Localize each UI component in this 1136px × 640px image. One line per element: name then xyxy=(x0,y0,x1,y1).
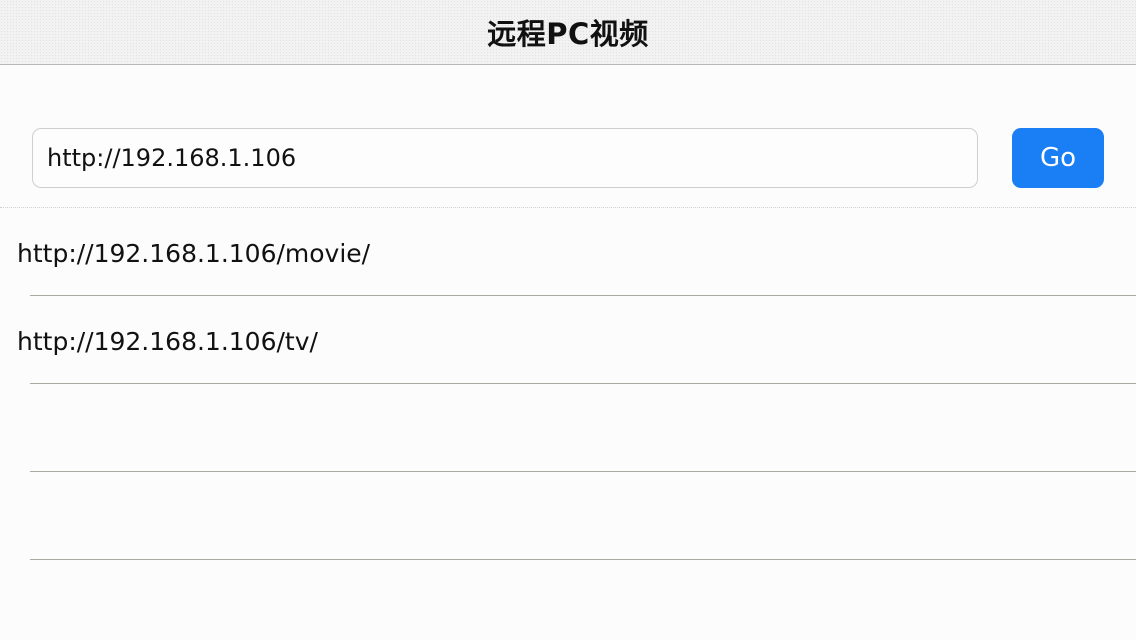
list-item[interactable]: http://192.168.1.106/tv/ xyxy=(0,296,1136,384)
app-window: 远程PC视频 Go http://192.168.1.106/movie/ ht… xyxy=(0,0,1136,640)
list-item[interactable] xyxy=(0,472,1136,560)
go-button[interactable]: Go xyxy=(1012,128,1104,188)
list-item-label: http://192.168.1.106/movie/ xyxy=(17,239,371,268)
list-item[interactable]: http://192.168.1.106/movie/ xyxy=(0,208,1136,296)
url-input[interactable] xyxy=(32,128,978,188)
history-list: http://192.168.1.106/movie/ http://192.1… xyxy=(0,207,1136,560)
list-item-label: http://192.168.1.106/tv/ xyxy=(17,327,318,356)
list-item[interactable] xyxy=(0,384,1136,472)
navigation-bar: 远程PC视频 xyxy=(0,0,1136,65)
page-title: 远程PC视频 xyxy=(487,17,649,51)
